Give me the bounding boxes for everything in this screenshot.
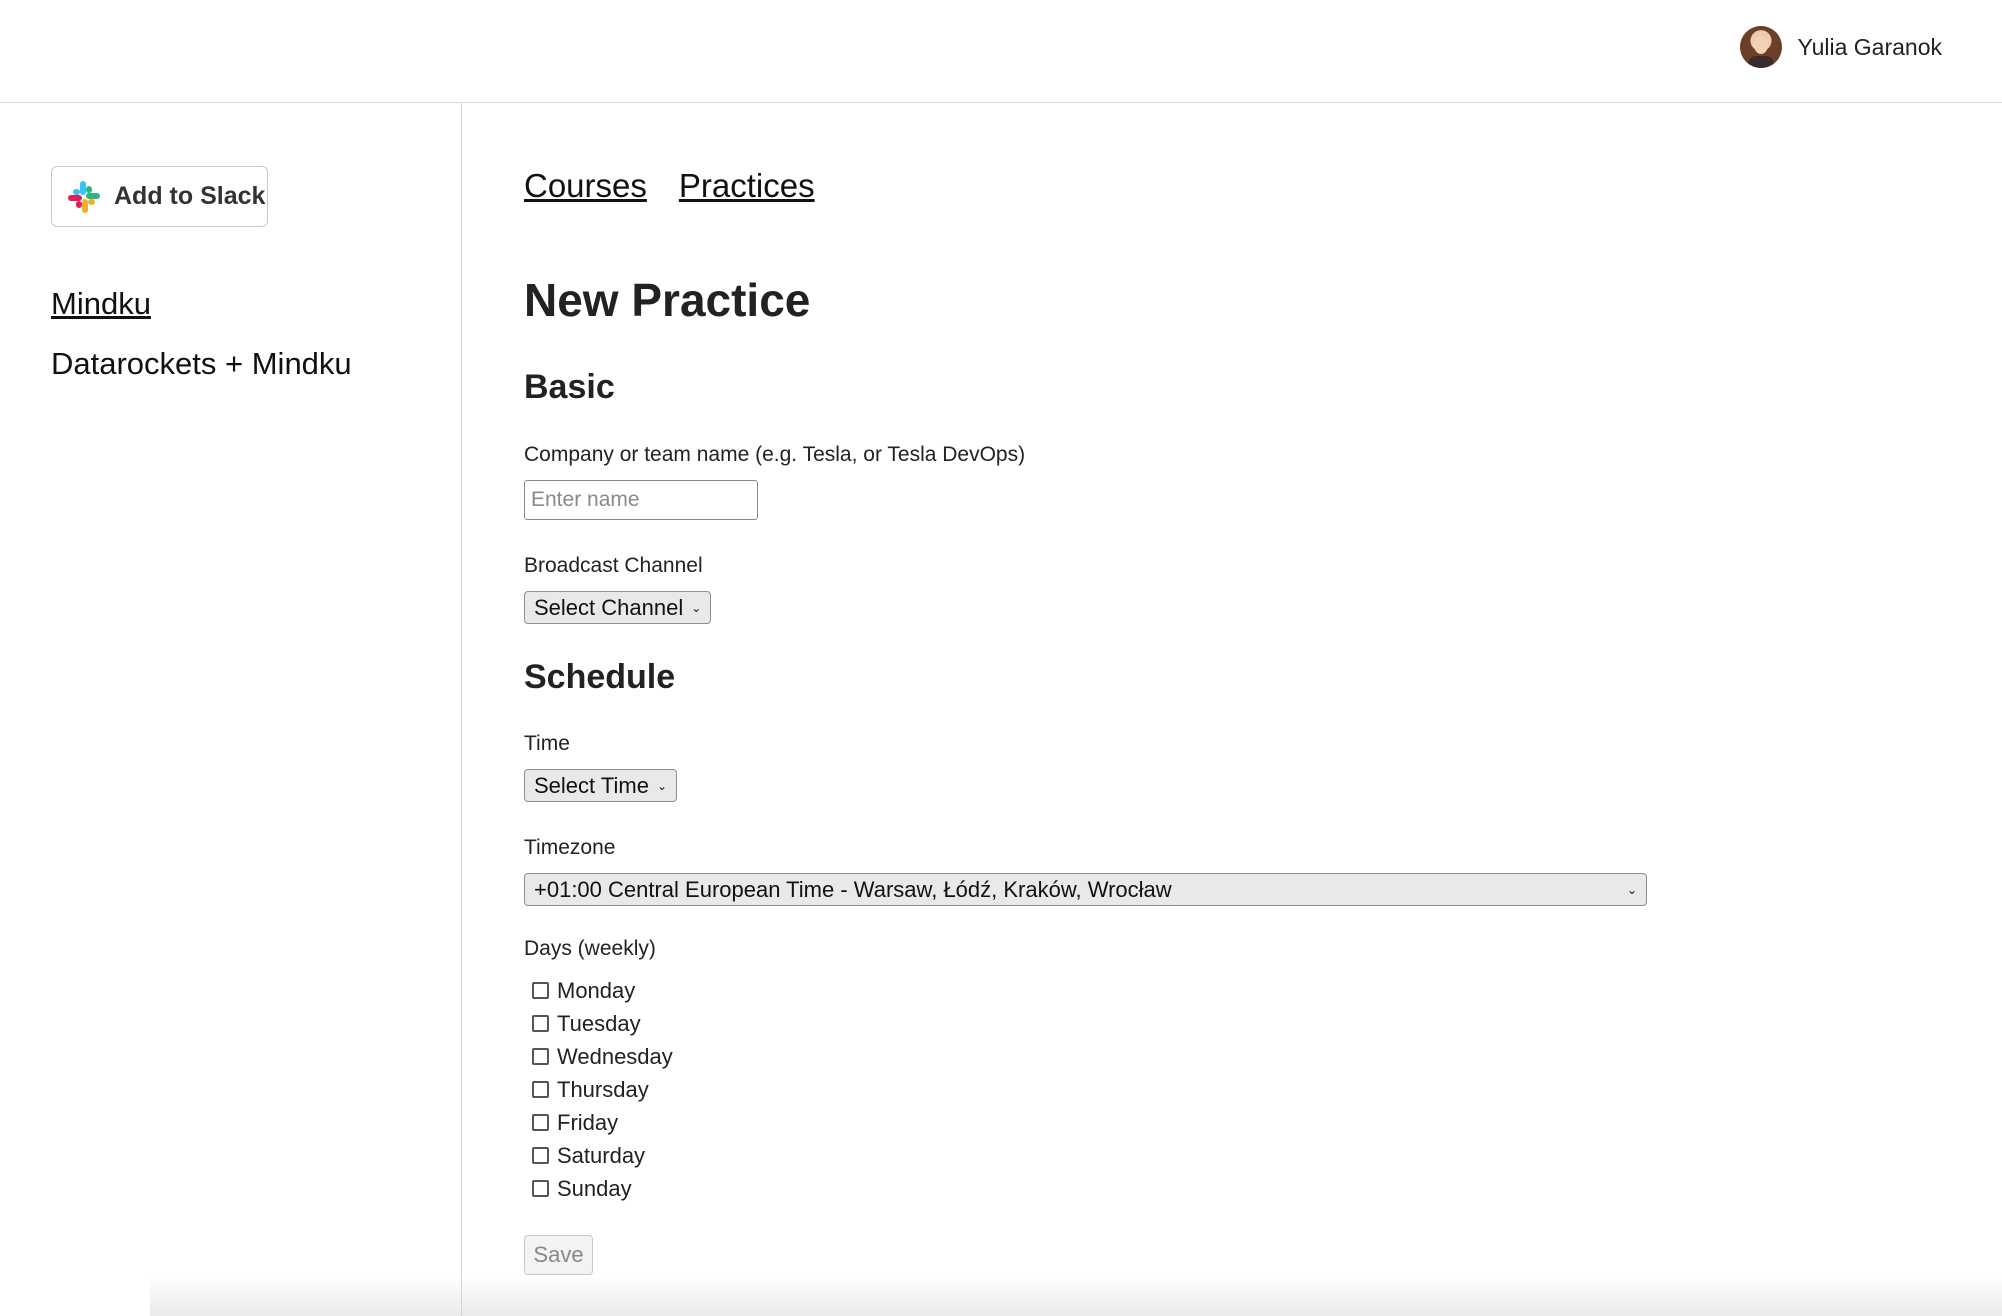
day-label: Sunday (557, 1175, 632, 1201)
day-label: Thursday (557, 1076, 649, 1102)
checkbox-monday[interactable] (532, 982, 549, 999)
add-to-slack-suffix: Slack (200, 182, 266, 210)
checkbox-tuesday[interactable] (532, 1015, 549, 1032)
timezone-select[interactable]: +01:00 Central European Time - Warsaw, Ł… (524, 873, 1647, 906)
checkbox-thursday[interactable] (532, 1081, 549, 1098)
avatar-shirt (1747, 56, 1774, 68)
chevron-down-icon: ⌄ (1626, 882, 1637, 897)
day-friday[interactable]: Friday (532, 1106, 673, 1139)
day-tuesday[interactable]: Tuesday (532, 1007, 673, 1040)
checkbox-friday[interactable] (532, 1114, 549, 1131)
add-to-slack-prefix: Add to (114, 182, 201, 210)
day-label: Tuesday (557, 1010, 641, 1036)
schedule-heading: Schedule (524, 658, 676, 696)
day-saturday[interactable]: Saturday (532, 1139, 673, 1172)
basic-heading: Basic (524, 368, 615, 406)
time-select[interactable]: Select Time ⌄ (524, 769, 677, 802)
day-monday[interactable]: Monday (532, 974, 673, 1007)
day-label: Monday (557, 977, 636, 1003)
channel-select[interactable]: Select Channel ⌄ (524, 591, 712, 624)
page-title: New Practice (524, 274, 811, 326)
checkbox-sunday[interactable] (532, 1180, 549, 1197)
day-label: Wednesday (557, 1043, 673, 1069)
nav-courses-link[interactable]: Courses (524, 167, 647, 205)
add-to-slack-label: Add to Slack (114, 182, 265, 211)
user-name[interactable]: Yulia Garanok (1798, 34, 1942, 61)
add-to-slack-button[interactable]: Add to Slack (51, 166, 268, 227)
time-select-value: Select Time (534, 772, 649, 798)
timezone-label: Timezone (524, 836, 616, 859)
top-header: Yulia Garanok (0, 0, 2002, 103)
save-button[interactable]: Save (524, 1235, 593, 1275)
avatar[interactable] (1739, 26, 1782, 68)
day-label: Friday (557, 1109, 619, 1135)
name-input[interactable] (524, 480, 758, 520)
days-checkbox-list: Monday Tuesday Wednesday Thursday Friday… (532, 974, 673, 1205)
channel-label: Broadcast Channel (524, 554, 703, 577)
days-label: Days (weekly) (524, 937, 656, 960)
user-menu[interactable]: Yulia Garanok (1739, 26, 1942, 68)
checkbox-saturday[interactable] (532, 1147, 549, 1164)
time-label: Time (524, 732, 570, 755)
day-wednesday[interactable]: Wednesday (532, 1040, 673, 1073)
top-nav: Courses Practices (524, 167, 815, 205)
sidebar-item-mindku[interactable]: Mindku (51, 286, 151, 322)
channel-select-value: Select Channel (534, 594, 684, 620)
slack-icon (68, 180, 100, 213)
day-label: Saturday (557, 1142, 646, 1168)
day-thursday[interactable]: Thursday (532, 1073, 673, 1106)
chevron-down-icon: ⌄ (691, 600, 702, 615)
sidebar-item-datarockets-mindku[interactable]: Datarockets + Mindku (51, 346, 352, 382)
sidebar: Add to Slack Mindku Datarockets + Mindku (0, 103, 462, 1316)
checkbox-wednesday[interactable] (532, 1048, 549, 1065)
avatar-face (1753, 36, 1768, 54)
day-sunday[interactable]: Sunday (532, 1172, 673, 1205)
chevron-down-icon: ⌄ (656, 778, 667, 793)
nav-practices-link[interactable]: Practices (679, 167, 815, 205)
name-label: Company or team name (e.g. Tesla, or Tes… (524, 443, 1026, 466)
timezone-select-value: +01:00 Central European Time - Warsaw, Ł… (534, 876, 1172, 902)
